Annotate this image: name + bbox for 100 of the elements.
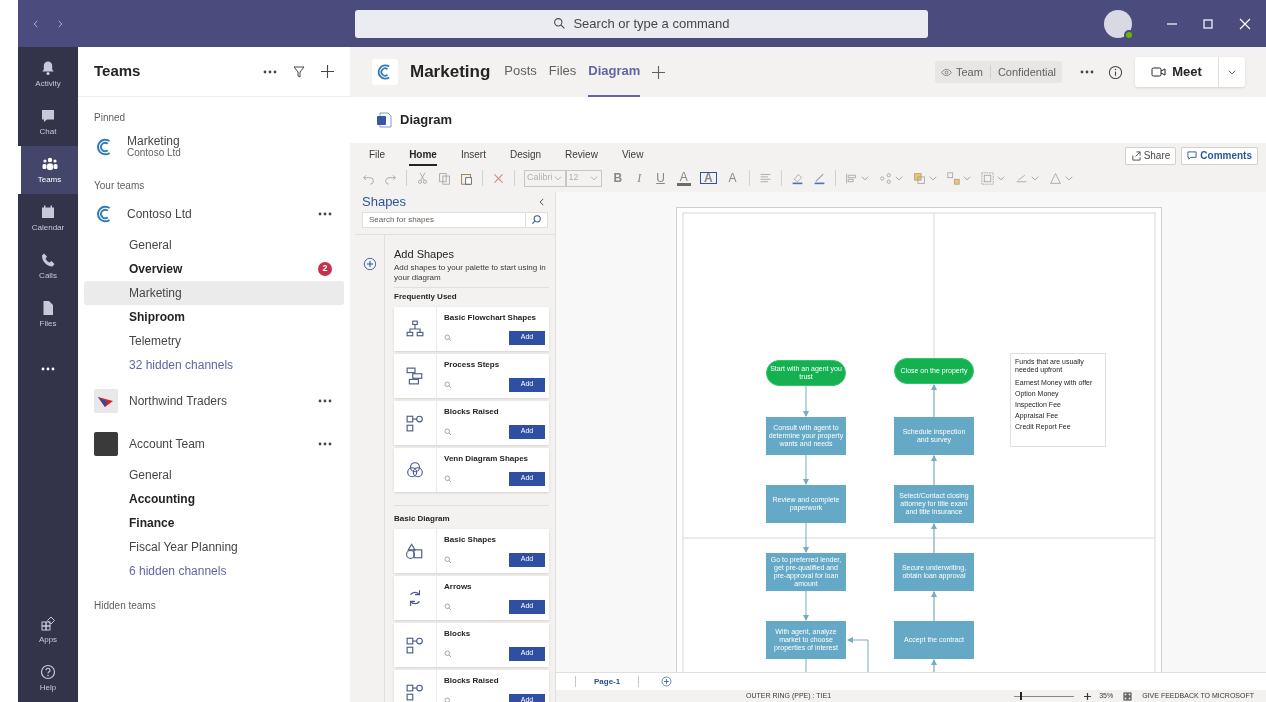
channel-item[interactable]: General	[84, 463, 344, 487]
clipboard-icon[interactable]	[460, 171, 473, 185]
stencil-name: Arrows	[444, 581, 473, 592]
ribbon-tab[interactable]: Design	[509, 145, 542, 166]
ribbon-tab[interactable]: View	[621, 145, 644, 166]
section-heading: Pinned	[94, 110, 126, 125]
more-icon[interactable]	[1080, 70, 1094, 74]
connector-arrow	[931, 384, 937, 418]
delete-icon[interactable]	[492, 171, 505, 185]
position-icon[interactable]	[844, 171, 858, 185]
channel-item[interactable]: Shiproom	[84, 305, 344, 329]
pinned-channel[interactable]: Marketing Contoso Ltd	[84, 127, 344, 167]
basic-shapes-icon	[406, 541, 424, 560]
zoom-icon[interactable]	[444, 333, 452, 342]
zoom-icon[interactable]	[444, 380, 452, 389]
hidden-teams-link[interactable]: Hidden teams	[94, 598, 156, 613]
align-icon[interactable]	[758, 171, 772, 185]
shapes-icon[interactable]	[946, 171, 960, 185]
add-icon[interactable]	[321, 65, 334, 78]
zoom-slider[interactable]	[1014, 692, 1075, 700]
stencil-name: Blocks	[444, 628, 472, 639]
zoom-icon[interactable]	[444, 602, 452, 611]
zoom-icon[interactable]	[444, 474, 452, 483]
triangle-icon[interactable]	[1048, 171, 1062, 185]
team-row[interactable]: Contoso Ltd	[84, 195, 344, 233]
app-bar-item[interactable]: Calls	[18, 242, 78, 290]
scissors-icon[interactable]	[416, 171, 429, 185]
ribbon-tab[interactable]: File	[369, 145, 386, 166]
more-icon[interactable]	[263, 69, 277, 74]
channel-tab[interactable]: Files	[548, 47, 577, 97]
more-icon[interactable]	[318, 399, 332, 403]
app-bar-item[interactable]: Calendar	[18, 194, 78, 242]
app-bar-item[interactable]: Chat	[18, 98, 78, 146]
collapse-icon[interactable]	[537, 196, 547, 207]
line-color-icon[interactable]	[812, 171, 826, 185]
copy-icon[interactable]	[438, 171, 451, 185]
arrange-icon[interactable]	[912, 171, 926, 185]
zoom-icon[interactable]	[444, 649, 452, 658]
maximize-icon[interactable]	[1202, 17, 1214, 30]
team-row[interactable]: Account Team	[84, 425, 344, 463]
app-bar-item[interactable]: Help	[18, 654, 78, 702]
info-icon[interactable]	[1108, 64, 1123, 80]
venn-icon	[406, 460, 424, 479]
connector-arrow	[847, 637, 869, 672]
comments-button[interactable]: Comments	[1181, 146, 1258, 165]
hidden-channels-link[interactable]: 32 hidden channels	[84, 353, 344, 377]
filter-icon[interactable]	[293, 65, 305, 78]
zoom-icon[interactable]	[444, 427, 452, 436]
fill-icon[interactable]	[790, 171, 804, 185]
zoom-in-icon[interactable]	[1084, 692, 1092, 700]
channel-item[interactable]: Marketing	[84, 281, 344, 305]
forward-icon[interactable]	[55, 18, 65, 29]
ribbon-tab[interactable]: Insert	[460, 145, 486, 166]
zoom-icon[interactable]	[444, 555, 452, 564]
search-field[interactable]: Search or type a command	[355, 9, 928, 38]
calendar-icon	[40, 203, 56, 220]
channel-item[interactable]: Fiscal Year Planning	[84, 535, 344, 559]
channel-item[interactable]: Accounting	[84, 487, 344, 511]
close-icon[interactable]	[1239, 17, 1251, 30]
channel-item[interactable]: Telemetry	[84, 329, 344, 353]
back-icon[interactable]	[31, 18, 41, 29]
share-button[interactable]: Share	[1124, 146, 1177, 165]
page-tab[interactable]: Page-1	[576, 675, 639, 688]
search-field[interactable]: Search for shapes	[362, 211, 548, 228]
app-bar-item[interactable]: Files	[18, 290, 78, 338]
channel-title: Marketing	[410, 61, 491, 84]
document-icon	[376, 112, 392, 128]
hidden-channels-link[interactable]: 6 hidden channels	[84, 559, 344, 583]
add-circle-icon[interactable]	[362, 256, 377, 271]
channel-item[interactable]: Finance	[84, 511, 344, 535]
flowchart-icon	[406, 319, 424, 338]
ribbon-tab[interactable]: Review	[565, 145, 598, 166]
app-bar-item[interactable]: Apps	[18, 606, 78, 654]
zoom-icon[interactable]	[444, 696, 452, 702]
section-heading: Frequently Used	[394, 291, 458, 302]
app-bar-item[interactable]: Teams	[18, 146, 78, 194]
add-shapes-title: Add Shapes	[394, 246, 455, 261]
channel-item[interactable]: Overview 2	[84, 257, 344, 281]
connector-arrow	[803, 385, 809, 417]
more-icon[interactable]	[318, 212, 332, 216]
channel-item[interactable]: General	[84, 233, 344, 257]
sensitivity-label[interactable]: Team Confidential	[935, 61, 1062, 83]
channel-tab[interactable]: Posts	[504, 47, 537, 97]
connector-arrow	[931, 523, 937, 554]
help-icon	[40, 663, 56, 680]
more-icon[interactable]	[41, 367, 55, 371]
photo-placeholder	[94, 432, 118, 456]
more-icon[interactable]	[318, 442, 332, 446]
avatar[interactable]	[1104, 9, 1132, 38]
add-page-icon[interactable]	[661, 676, 673, 687]
app-bar-item[interactable]: Activity	[18, 50, 78, 98]
team-row[interactable]: Northwind Traders	[84, 382, 344, 420]
fit-page-icon[interactable]	[1123, 691, 1133, 701]
stencil-name: Blocks Raised	[444, 406, 500, 417]
group-icon[interactable]	[980, 171, 994, 185]
section-heading: Basic Diagram	[394, 504, 549, 524]
chevron-down-icon[interactable]	[1227, 67, 1237, 77]
ribbon-tab[interactable]: Home	[409, 145, 437, 166]
connector-icon[interactable]	[878, 171, 892, 185]
add-tab-icon[interactable]	[652, 65, 666, 79]
